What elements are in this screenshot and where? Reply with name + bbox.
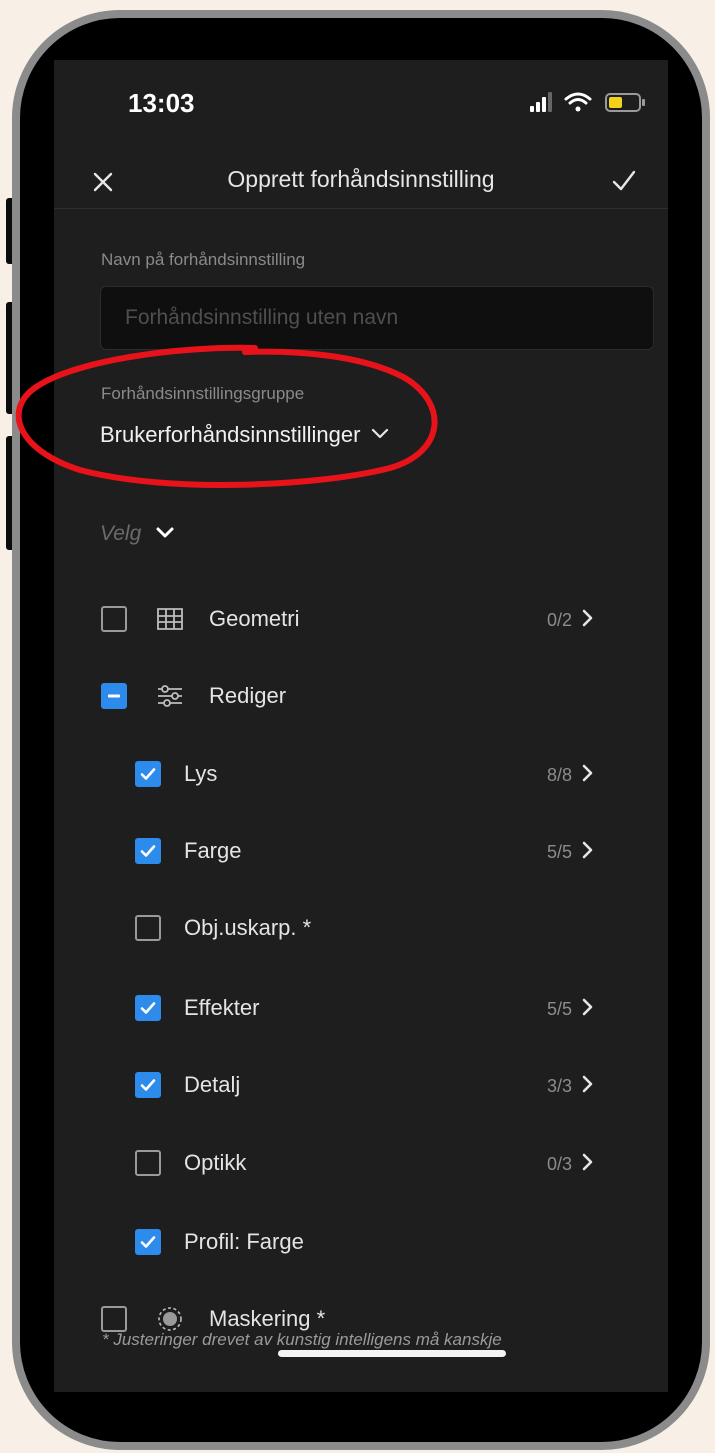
subcategory-label: Detalj bbox=[184, 1072, 241, 1097]
preset-group-dropdown[interactable]: Brukerforhåndsinnstillinger bbox=[100, 422, 390, 448]
category-count: 3/3 bbox=[546, 1076, 572, 1096]
check-icon[interactable] bbox=[610, 160, 638, 207]
checkbox-rediger[interactable] bbox=[101, 683, 127, 709]
category-row-geometri[interactable]: Geometri 0/2 bbox=[54, 596, 668, 642]
subcategory-row-effekter[interactable]: Effekter 5/5 bbox=[54, 985, 668, 1031]
checkbox-optikk[interactable] bbox=[135, 1150, 161, 1176]
checkbox-lys[interactable] bbox=[135, 761, 161, 787]
wifi-icon bbox=[564, 92, 592, 112]
chevron-right-icon[interactable] bbox=[580, 608, 594, 632]
nav-title: Opprett forhåndsinnstilling bbox=[227, 166, 495, 192]
subcategory-label: Effekter bbox=[184, 995, 260, 1020]
nav-bar: Opprett forhåndsinnstilling bbox=[54, 158, 668, 209]
home-indicator[interactable] bbox=[278, 1350, 506, 1357]
category-label: Rediger bbox=[209, 683, 287, 708]
battery-icon bbox=[605, 93, 645, 112]
category-count: 5/5 bbox=[546, 999, 572, 1019]
checkbox-profil-farge[interactable] bbox=[135, 1229, 161, 1255]
cellular-signal-icon bbox=[530, 92, 552, 112]
checkbox-effekter[interactable] bbox=[135, 995, 161, 1021]
subcategory-label: Obj.uskarp. * bbox=[184, 915, 312, 940]
phone-frame: 13:03 Opprett forhåndsinnstilling Navn p… bbox=[12, 10, 710, 1450]
checkbox-maskering[interactable] bbox=[101, 1306, 127, 1332]
status-bar: 13:03 bbox=[54, 60, 668, 158]
grid-icon bbox=[155, 605, 185, 637]
footer-note: * Justeringer drevet av kunstig intellig… bbox=[102, 1330, 502, 1349]
preset-name-label: Navn på forhåndsinnstilling bbox=[101, 250, 306, 269]
select-menu-label: Velg bbox=[100, 522, 142, 545]
subcategory-row-farge[interactable]: Farge 5/5 bbox=[54, 828, 668, 874]
status-time: 13:03 bbox=[128, 88, 195, 118]
category-count: 5/5 bbox=[546, 842, 572, 862]
chevron-right-icon[interactable] bbox=[580, 763, 594, 787]
subcategory-row-obj-uskarp[interactable]: Obj.uskarp. * bbox=[54, 905, 668, 951]
preset-group-label: Forhåndsinnstillingsgruppe bbox=[101, 384, 305, 403]
category-count: 0/3 bbox=[546, 1154, 572, 1174]
chevron-right-icon[interactable] bbox=[580, 840, 594, 864]
chevron-down-icon bbox=[370, 426, 390, 445]
subcategory-label: Farge bbox=[184, 838, 242, 863]
status-icons bbox=[530, 90, 660, 120]
checkbox-obj-uskarp[interactable] bbox=[135, 915, 161, 941]
select-menu[interactable]: Velg bbox=[100, 522, 175, 546]
screen: 13:03 Opprett forhåndsinnstilling Navn p… bbox=[54, 60, 668, 1392]
subcategory-label: Optikk bbox=[184, 1150, 247, 1175]
preset-name-input[interactable] bbox=[100, 286, 654, 350]
category-count: 8/8 bbox=[546, 765, 572, 785]
checkbox-geometri[interactable] bbox=[101, 606, 127, 632]
subcategory-row-optikk[interactable]: Optikk 0/3 bbox=[54, 1140, 668, 1186]
subcategory-row-profil-farge[interactable]: Profil: Farge bbox=[54, 1219, 668, 1265]
checkbox-detalj[interactable] bbox=[135, 1072, 161, 1098]
subcategory-label: Lys bbox=[184, 761, 218, 786]
category-label: Geometri bbox=[209, 606, 300, 631]
chevron-right-icon[interactable] bbox=[580, 997, 594, 1021]
chevron-down-icon bbox=[155, 525, 175, 544]
subcategory-label: Profil: Farge bbox=[184, 1229, 304, 1254]
category-label: Maskering * bbox=[209, 1306, 326, 1331]
subcategory-row-detalj[interactable]: Detalj 3/3 bbox=[54, 1062, 668, 1108]
checkbox-farge[interactable] bbox=[135, 838, 161, 864]
preset-group-value: Brukerforhåndsinnstillinger bbox=[100, 422, 361, 447]
chevron-right-icon[interactable] bbox=[580, 1152, 594, 1176]
chevron-right-icon[interactable] bbox=[580, 1074, 594, 1098]
subcategory-row-lys[interactable]: Lys 8/8 bbox=[54, 751, 668, 797]
category-count: 0/2 bbox=[546, 610, 572, 630]
category-row-rediger[interactable]: Rediger bbox=[54, 673, 668, 719]
sliders-icon bbox=[155, 682, 185, 714]
